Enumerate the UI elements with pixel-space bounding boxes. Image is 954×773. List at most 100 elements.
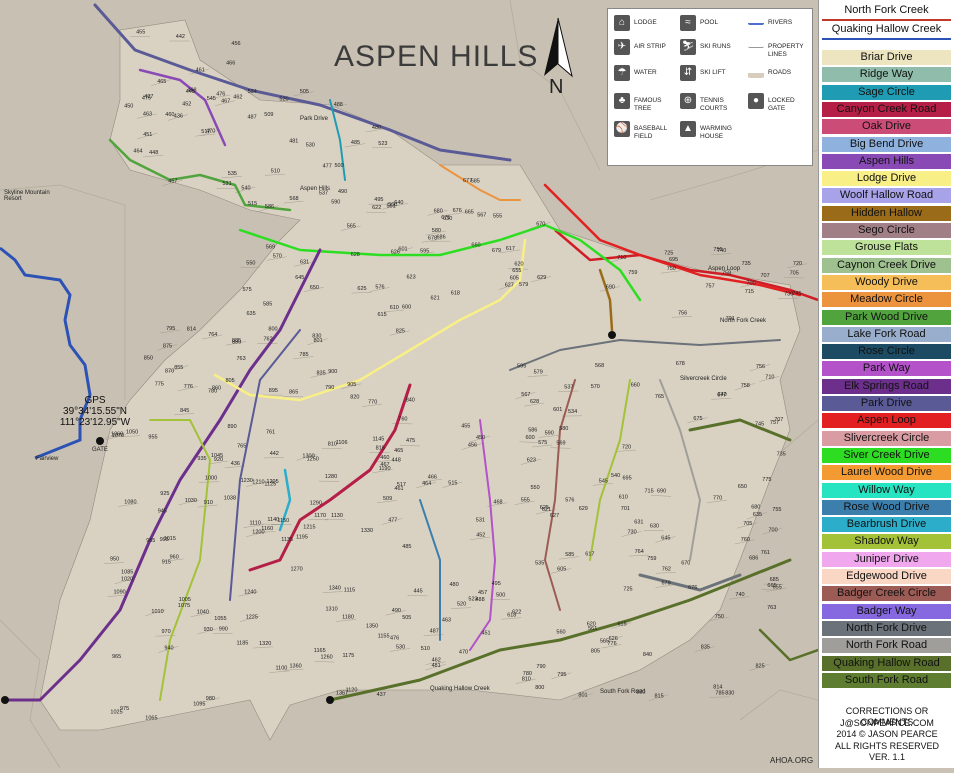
fairview-label: Fairview [36, 456, 58, 462]
lot-number: 475 [142, 95, 151, 101]
lot-number: 481 [432, 663, 441, 669]
lot-number: 1080 [124, 500, 136, 506]
lot-number: 576 [565, 498, 574, 504]
lot-number: 675 [441, 215, 450, 221]
lot-number: 980 [206, 696, 215, 702]
lot-number: 745 [792, 291, 801, 297]
lot-number: 695 [623, 476, 632, 482]
icon-legend-label: WARMING HOUSE [700, 125, 744, 141]
icon-legend-label: PROPERTY LINES [768, 43, 812, 59]
lot-number: 576 [375, 285, 384, 291]
road-legend-item: Briar Drive [822, 50, 951, 65]
lot-number: 509 [383, 496, 392, 502]
lot-number: 605 [557, 566, 566, 572]
lot-number: 850 [144, 355, 153, 361]
lot-number: 910 [204, 500, 213, 506]
lot-number: 505 [300, 89, 309, 95]
lot-number: 1230 [241, 478, 253, 484]
lot-number: 825 [396, 328, 405, 334]
lot-number: 1180 [342, 615, 354, 621]
lot-number: 490 [392, 608, 401, 614]
lot-number: 1205 [266, 479, 278, 485]
lot-number: 523 [468, 597, 477, 603]
lot-number: 1215 [303, 524, 315, 530]
lot-number: 622 [372, 205, 381, 211]
lot-number: 1195 [296, 534, 308, 540]
lot-number: 530 [396, 644, 405, 650]
lot-number: 1040 [197, 610, 209, 616]
lot-number: 725 [664, 250, 673, 256]
lot-number: 735 [777, 452, 786, 458]
lot-number: 451 [143, 132, 152, 138]
road-legend-item: Oak Drive [822, 119, 951, 134]
road-legend-item: Lodge Drive [822, 171, 951, 186]
lot-number: 677 [717, 392, 726, 398]
lot-number: 485 [351, 140, 360, 146]
lot-number: 575 [243, 287, 252, 293]
lot-number: 534 [568, 409, 577, 415]
lot-number: 461 [196, 67, 205, 73]
lot-number: 755 [713, 247, 722, 253]
road-legend-item: Woolf Hallow Road [822, 188, 951, 203]
lot-number: 1155 [378, 634, 390, 640]
lot-number: 990 [219, 626, 228, 632]
lot-number: 680 [434, 208, 443, 214]
lot-number: 470 [459, 650, 468, 656]
lot-number: 575 [538, 440, 547, 446]
lot-number: 590 [545, 430, 554, 436]
road-label: Aspen Loop [708, 266, 741, 272]
lot-number: 815 [655, 694, 664, 700]
lot-number: 569 [266, 244, 275, 250]
lot-number: 650 [738, 484, 747, 490]
road-legend-item: Park Drive [822, 396, 951, 411]
lot-number: 700 [747, 280, 756, 286]
lot-number: 625 [357, 286, 366, 292]
tennis-icon: ⊕ [680, 93, 696, 109]
lot-number: 535 [228, 171, 237, 177]
road-label: Park Drive [300, 116, 329, 122]
icon-legend-label: SKI LIFT [700, 69, 744, 77]
lot-number: 540 [241, 186, 250, 192]
lot-number: 1106 [336, 440, 348, 446]
lot-number: 895 [269, 388, 278, 394]
lot-number: 710 [617, 255, 626, 261]
lot-number: 622 [512, 609, 521, 615]
faucet-icon: ☂ [614, 65, 630, 81]
road-legend-item: Siver Creek Drive [822, 448, 951, 463]
lot-number: 695 [669, 257, 678, 263]
lot-number: 1330 [361, 528, 373, 534]
lot-number: 720 [622, 445, 631, 451]
lot-number: 665 [465, 209, 474, 215]
lot-number: 480 [372, 125, 381, 131]
lot-number: 840 [406, 398, 415, 404]
lot-number: 515 [248, 201, 257, 207]
lot-number: 830 [312, 334, 321, 340]
lot-number: 605 [510, 275, 519, 281]
lot-number: 468 [187, 87, 196, 93]
road-legend-item: Edgewood Drive [822, 569, 951, 584]
lot-number: 763 [237, 356, 246, 362]
lot-number: 531 [476, 517, 485, 523]
lot-number: 686 [437, 234, 446, 240]
lot-number: 568 [595, 363, 604, 369]
lot-number: 487 [430, 629, 439, 635]
lot-number: 705 [790, 270, 799, 276]
gps-latitude: 39°34'15.55"N [50, 406, 140, 417]
lot-number: 488 [334, 102, 343, 108]
lot-number: 750 [667, 266, 676, 272]
lot-number: 464 [133, 149, 142, 155]
lot-number: 495 [492, 581, 501, 587]
lot-number: 759 [628, 270, 637, 276]
icon-legend-label: ROADS [768, 69, 812, 77]
lot-number: 1100 [276, 666, 288, 672]
lot-number: 627 [550, 513, 559, 519]
lot-number: 775 [155, 382, 164, 388]
lot-number: 758 [741, 383, 750, 389]
lot-number: 595 [517, 364, 526, 370]
lot-number: 509 [264, 112, 273, 118]
lot-number: 505 [402, 615, 411, 621]
lot-number: 515 [448, 481, 457, 487]
lot-number: 465 [157, 79, 166, 85]
lot-number: 585 [263, 302, 272, 308]
road-legend-item: Rose Circle [822, 344, 951, 359]
